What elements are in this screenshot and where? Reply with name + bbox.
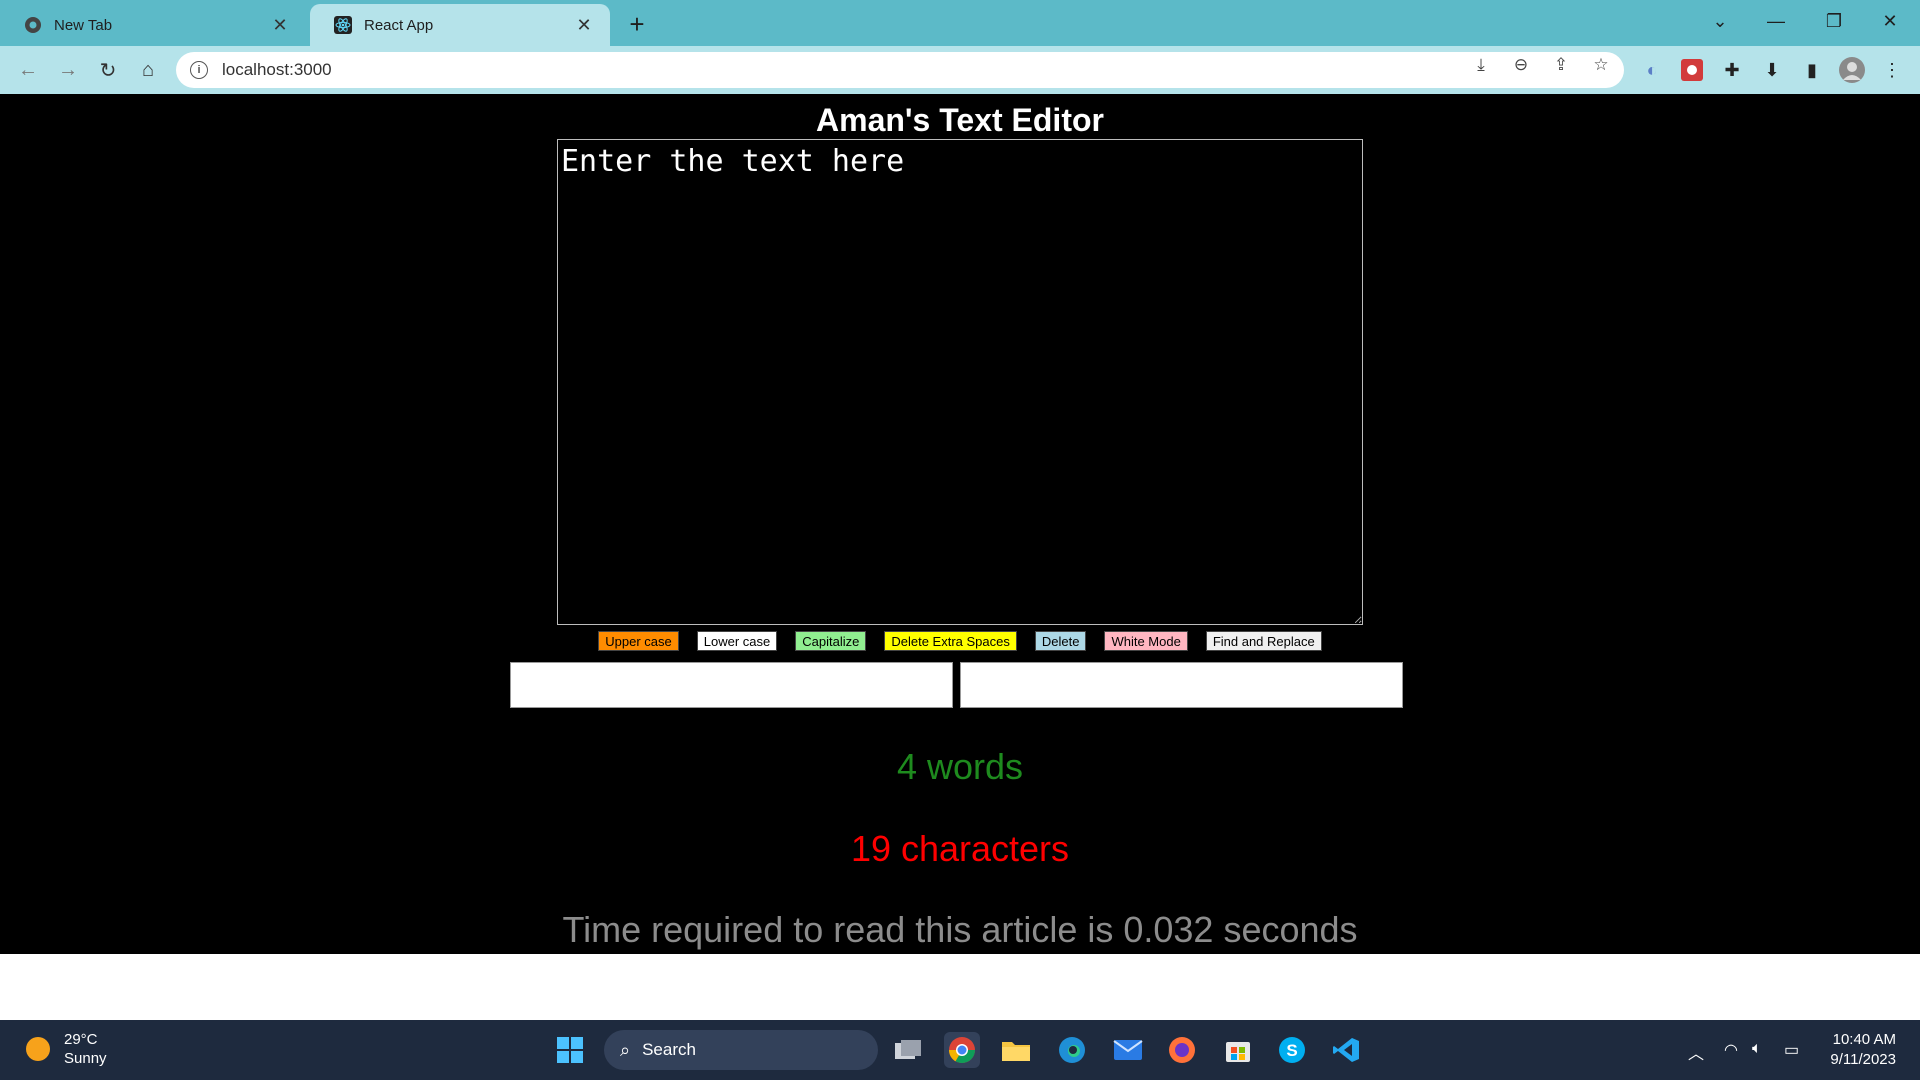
text-editor-textarea[interactable] [557, 139, 1363, 625]
uppercase-button[interactable]: Upper case [598, 631, 679, 651]
replace-input[interactable] [960, 662, 1403, 708]
react-icon [334, 16, 352, 34]
svg-text:S: S [1286, 1041, 1297, 1060]
browser-tab-strip: New Tab ✕ React App ✕ + ⌄ — ❐ ✕ [0, 0, 1920, 46]
browser-toolbar: ← → ↻ ⌂ i localhost:3000 ⤓ ⊖ ⇪ ☆ ◐ ✚ ⬇ ▮… [0, 46, 1920, 94]
find-and-replace-button[interactable]: Find and Replace [1205, 631, 1322, 651]
chrome-icon [24, 16, 42, 34]
page-title: Aman's Text Editor [816, 102, 1104, 138]
delete-button[interactable]: Delete [1034, 631, 1087, 651]
new-tab-button[interactable]: + [622, 9, 652, 39]
delete-extra-spaces-button[interactable]: Delete Extra Spaces [884, 631, 1017, 651]
firefox-icon[interactable] [1164, 1032, 1200, 1068]
page-content: Aman's Text Editor Upper case Lower case… [0, 94, 1920, 954]
sun-icon [26, 1037, 50, 1061]
reload-icon[interactable]: ↻ [92, 54, 124, 86]
volume-icon[interactable]: 🔈︎ [1752, 1040, 1762, 1058]
vscode-icon[interactable] [1328, 1032, 1364, 1068]
battery-icon[interactable]: ▭ [1784, 1040, 1799, 1060]
close-icon[interactable]: ✕ [270, 15, 290, 36]
restore-icon[interactable]: ❐ [1814, 6, 1854, 36]
weather-temp: 29°C [64, 1031, 98, 1048]
chevron-up-icon[interactable]: ︿ [1688, 1040, 1704, 1064]
share-icon[interactable]: ⇪ [1550, 54, 1572, 76]
file-explorer-icon[interactable] [998, 1032, 1034, 1068]
wifi-icon[interactable]: ◠ [1724, 1040, 1738, 1060]
character-count: 19 characters [850, 828, 1070, 869]
tab-react-app[interactable]: React App ✕ [310, 4, 610, 46]
tab-new-tab[interactable]: New Tab ✕ [0, 4, 306, 46]
search-label: Search [642, 1040, 696, 1059]
white-mode-button[interactable]: White Mode [1104, 631, 1188, 651]
download-icon[interactable]: ⬇ [1758, 56, 1786, 84]
weather-widget[interactable]: 29°C Sunny [26, 1030, 107, 1068]
edge-icon[interactable] [1054, 1032, 1090, 1068]
tab-title: React App [364, 16, 434, 34]
skype-icon[interactable]: S [1274, 1032, 1310, 1068]
tab-search-icon[interactable]: ⌄ [1700, 6, 1740, 36]
bookmark-star-icon[interactable]: ☆ [1590, 54, 1612, 76]
read-time: Time required to read this article is 0.… [562, 909, 1358, 950]
mail-icon[interactable] [1110, 1032, 1146, 1068]
windows-start-icon[interactable] [552, 1032, 588, 1068]
avatar[interactable] [1838, 56, 1866, 84]
word-count: 4 words [896, 746, 1024, 787]
task-view-icon[interactable] [890, 1032, 926, 1068]
close-window-icon[interactable]: ✕ [1870, 6, 1910, 36]
action-button-row: Upper case Lower case Capitalize Delete … [0, 631, 1920, 651]
site-info-icon[interactable]: i [190, 61, 208, 79]
install-icon[interactable]: ⤓ [1470, 54, 1492, 76]
taskbar-search[interactable]: ⌕ Search [604, 1030, 878, 1070]
home-icon[interactable]: ⌂ [132, 54, 164, 86]
weather-desc: Sunny [64, 1050, 107, 1067]
tab-title: New Tab [54, 16, 113, 34]
taskbar: 29°C Sunny ⌕ Search S ︿ ◠ 🔈︎ ▭ 10:40 AM … [0, 1020, 1920, 1080]
back-icon[interactable]: ← [12, 54, 44, 86]
forward-icon[interactable]: → [52, 54, 84, 86]
extension-icon[interactable]: ◐ [1638, 56, 1666, 84]
lowercase-button[interactable]: Lower case [696, 631, 778, 651]
minimize-icon[interactable]: — [1756, 6, 1796, 36]
store-icon[interactable] [1220, 1032, 1256, 1068]
side-panel-icon[interactable]: ▮ [1798, 56, 1826, 84]
chrome-taskbar-icon[interactable] [944, 1032, 980, 1068]
extension-red-icon[interactable] [1678, 56, 1706, 84]
clock-time: 10:40 AM [1832, 1031, 1896, 1048]
clock[interactable]: 10:40 AM 9/11/2023 [1830, 1030, 1896, 1070]
puzzle-icon[interactable]: ✚ [1718, 56, 1746, 84]
zoom-icon[interactable]: ⊖ [1510, 54, 1532, 76]
url-text: localhost:3000 [222, 60, 332, 79]
menu-icon[interactable]: ⋮ [1878, 56, 1906, 84]
close-icon[interactable]: ✕ [574, 15, 594, 36]
capitalize-button[interactable]: Capitalize [795, 631, 867, 651]
find-input[interactable] [510, 662, 953, 708]
address-bar[interactable]: i localhost:3000 [176, 52, 1624, 88]
clock-date: 9/11/2023 [1830, 1051, 1896, 1068]
search-icon: ⌕ [620, 1039, 631, 1060]
